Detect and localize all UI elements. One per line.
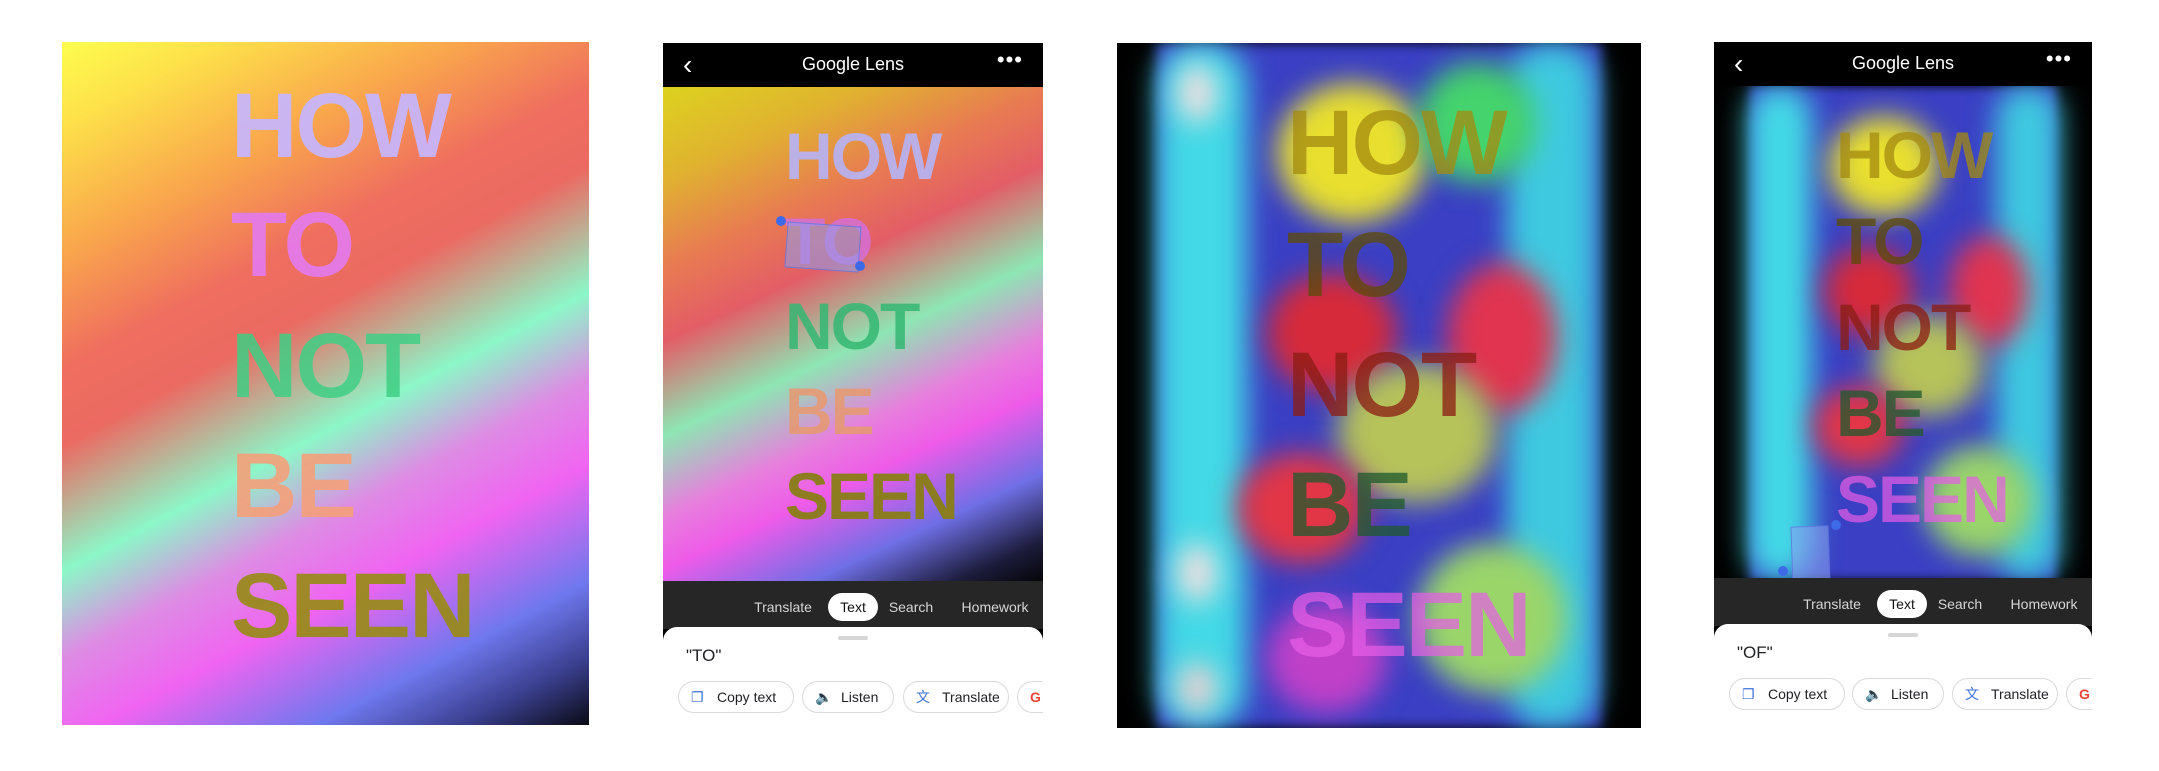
lens-screen-2: ‹ Google Lens ••• HOW TO NOT BE SEEN Tra… — [1714, 42, 2092, 762]
translate-icon: 文 — [1965, 686, 1979, 702]
speaker-icon: 🔈 — [1865, 686, 1883, 702]
selection-handle-start[interactable] — [1831, 520, 1841, 530]
translate-button[interactable]: 文 Translate — [1952, 678, 2058, 710]
google-search-chip[interactable]: G — [1017, 681, 1043, 713]
camera-image[interactable]: HOW TO NOT BE SEEN — [663, 87, 1043, 581]
poster-line-to: TO — [231, 194, 355, 296]
text-selection-highlight[interactable] — [1790, 525, 1832, 580]
poster-line-how: HOW — [1287, 92, 1508, 194]
poster-line-seen: SEEN — [1836, 462, 2010, 536]
copy-text-button[interactable]: ❐ Copy text — [1729, 678, 1845, 710]
translate-button[interactable]: 文 Translate — [903, 681, 1009, 713]
poster-line-seen: SEEN — [1287, 574, 1532, 676]
camera-image[interactable]: HOW TO NOT BE SEEN — [1714, 86, 2092, 580]
tab-translate[interactable]: Translate — [743, 593, 823, 621]
google-icon: G — [2079, 686, 2090, 702]
pattern-blob — [1748, 86, 1812, 580]
poster-line-to: TO — [1836, 204, 1924, 278]
poster-line-not: NOT — [231, 315, 421, 417]
poster-adversarial: HOW TO NOT BE SEEN — [1117, 43, 1641, 728]
selected-text: "OF" — [1737, 643, 1773, 662]
listen-button[interactable]: 🔈 Listen — [802, 681, 894, 713]
google-icon: G — [1030, 689, 1041, 705]
poster-line-how: HOW — [1836, 118, 1993, 192]
app-title: Google Lens — [1851, 53, 1955, 73]
tab-search[interactable]: Search — [1930, 590, 1990, 618]
poster-line-not: NOT — [1836, 290, 1971, 364]
copy-text-button[interactable]: ❐ Copy text — [678, 681, 794, 713]
pattern-blob — [1177, 663, 1217, 713]
poster-line-how: HOW — [785, 119, 942, 193]
text-selection-highlight[interactable] — [784, 221, 862, 273]
copy-icon: ❐ — [691, 689, 704, 705]
tab-text[interactable]: Text — [828, 593, 878, 621]
lens-screen-1: ‹ Google Lens ••• HOW TO NOT BE SEEN Tra… — [663, 43, 1043, 771]
google-search-chip[interactable]: G — [2066, 678, 2092, 710]
listen-button[interactable]: 🔈 Listen — [1852, 678, 1944, 710]
poster-line-seen: SEEN — [231, 555, 476, 657]
poster-line-seen: SEEN — [785, 459, 959, 533]
tab-homework[interactable]: Homework — [1994, 590, 2092, 618]
drag-handle[interactable] — [1888, 633, 1918, 637]
result-sheet: "TO" ❐ Copy text 🔈 Listen 文 Translate G — [663, 627, 1043, 771]
selection-handle-end[interactable] — [855, 261, 865, 271]
mode-tabs: Translate Text Search Homework — [663, 581, 1043, 629]
poster-line-not: NOT — [785, 289, 920, 363]
more-icon[interactable]: ••• — [997, 47, 1023, 73]
tab-text[interactable]: Text — [1877, 590, 1927, 618]
selection-handle-start[interactable] — [776, 216, 786, 226]
pattern-blob — [1177, 543, 1217, 603]
tab-homework[interactable]: Homework — [945, 593, 1043, 621]
pattern-blob — [1157, 43, 1247, 728]
tab-search[interactable]: Search — [881, 593, 941, 621]
more-icon[interactable]: ••• — [2046, 46, 2072, 72]
poster-original: HOW TO NOT BE SEEN — [62, 42, 589, 725]
poster-line-not: NOT — [1287, 334, 1477, 436]
tab-translate[interactable]: Translate — [1792, 590, 1872, 618]
poster-line-how: HOW — [231, 75, 452, 177]
top-bar: ‹ Google Lens ••• — [663, 43, 1043, 87]
mode-tabs: Translate Text Search Homework — [1714, 578, 2092, 626]
app-title: Google Lens — [801, 54, 905, 74]
result-sheet: "OF" ❐ Copy text 🔈 Listen 文 Translate G — [1714, 624, 2092, 762]
poster-line-be: BE — [1836, 376, 1926, 450]
selected-text: "TO" — [686, 646, 722, 665]
top-bar: ‹ Google Lens ••• — [1714, 42, 2092, 86]
translate-icon: 文 — [916, 689, 930, 705]
poster-line-be: BE — [1287, 454, 1413, 556]
speaker-icon: 🔈 — [815, 689, 833, 705]
drag-handle[interactable] — [838, 636, 868, 640]
poster-line-be: BE — [785, 374, 875, 448]
poster-line-to: TO — [1287, 214, 1411, 316]
selection-handle-end[interactable] — [1778, 566, 1788, 576]
poster-line-be: BE — [231, 435, 357, 537]
copy-icon: ❐ — [1742, 686, 1755, 702]
pattern-blob — [1177, 63, 1217, 123]
